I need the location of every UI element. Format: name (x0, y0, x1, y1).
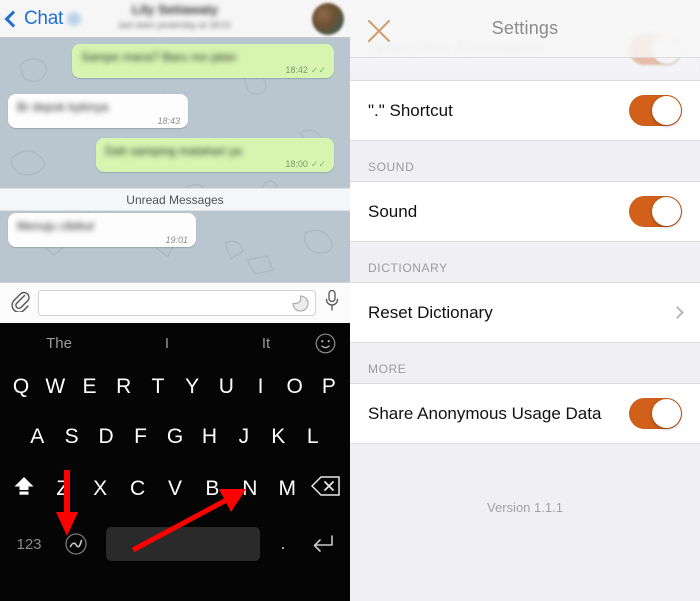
message-input-bar (0, 282, 350, 323)
key-q[interactable]: Q (4, 375, 38, 399)
message-time: 18:00 (285, 159, 308, 169)
key-numeric[interactable]: 123 (6, 536, 52, 553)
row-label: Share Anonymous Usage Data (368, 403, 602, 423)
message-text: Dah samping matahari ya (105, 144, 242, 158)
key-c[interactable]: C (119, 477, 156, 501)
key-s[interactable]: S (54, 425, 88, 449)
row-share-usage-data[interactable]: Share Anonymous Usage Data (350, 383, 700, 444)
key-y[interactable]: Y (175, 375, 209, 399)
prediction-item[interactable]: I (118, 335, 216, 352)
paperclip-icon[interactable] (10, 290, 30, 317)
message-bubble[interactable]: Dah samping matahari ya 18:00 ✓✓ (96, 138, 334, 172)
unread-count-badge (66, 11, 81, 26)
message-meta: 18:42 ✓✓ (285, 65, 326, 76)
toggle-knob (652, 96, 681, 125)
message-input[interactable] (38, 290, 316, 316)
message-bubble[interactable]: Sampe mana? Baru mo jalan 18:42 ✓✓ (72, 44, 334, 78)
chat-pane: Chat Lily Setiawaty last seen yesterday … (0, 0, 350, 601)
row-label: "." Shortcut (368, 100, 453, 120)
key-a[interactable]: A (20, 425, 54, 449)
key-z[interactable]: Z (44, 477, 81, 501)
message-meta: 18:00 ✓✓ (285, 159, 326, 170)
keyboard-row-4: 123 . (0, 515, 350, 573)
return-icon[interactable] (300, 533, 344, 555)
chevron-right-icon (671, 306, 684, 319)
software-keyboard: The I It Q W E R T Y U I O P A S D F G H… (0, 323, 350, 601)
prediction-item[interactable]: It (216, 335, 316, 352)
avatar[interactable] (312, 3, 344, 35)
key-v[interactable]: V (156, 477, 193, 501)
key-space[interactable] (106, 527, 260, 561)
key-x[interactable]: X (81, 477, 118, 501)
settings-header: Settings (350, 0, 700, 58)
back-button[interactable]: Chat (0, 8, 81, 30)
message-time: 18:43 (157, 116, 180, 126)
page-title: Settings (491, 18, 559, 38)
key-t[interactable]: T (141, 375, 175, 399)
settings-pane: Space After Punctuation Settings "." Sho… (350, 0, 700, 601)
message-text: Br depok kykinya (17, 100, 109, 114)
key-b[interactable]: B (194, 477, 231, 501)
prediction-bar: The I It (0, 323, 350, 363)
key-u[interactable]: U (209, 375, 243, 399)
row-dot-shortcut[interactable]: "." Shortcut (350, 80, 700, 141)
key-r[interactable]: R (107, 375, 141, 399)
message-bubble[interactable]: Br depok kykinya 18:43 (8, 94, 188, 128)
version-label: Version 1.1.1 (487, 500, 563, 515)
section-header-sound: SOUND (368, 160, 415, 174)
key-period[interactable]: . (266, 534, 300, 554)
message-time: 18:42 (285, 65, 308, 75)
section-header-more: MORE (368, 362, 407, 376)
key-h[interactable]: H (192, 425, 226, 449)
key-o[interactable]: O (278, 375, 312, 399)
chevron-left-icon (4, 10, 22, 27)
toggle-switch[interactable] (629, 398, 682, 429)
message-text: Sampe mana? Baru mo jalan (81, 50, 237, 64)
close-x-icon[interactable] (366, 18, 392, 49)
key-g[interactable]: G (158, 425, 192, 449)
toggle-switch[interactable] (629, 95, 682, 126)
key-l[interactable]: L (296, 425, 330, 449)
row-label: Sound (368, 201, 418, 221)
key-i[interactable]: I (243, 375, 277, 399)
row-sound[interactable]: Sound (350, 181, 700, 242)
keyboard-row-1: Q W E R T Y U I O P (0, 363, 350, 411)
row-label: Reset Dictionary (368, 302, 493, 322)
key-p[interactable]: P (312, 375, 346, 399)
message-status-tick: ✓✓ (310, 159, 326, 169)
screen-root: Chat Lily Setiawaty last seen yesterday … (0, 0, 700, 601)
unread-messages-divider: Unread Messages (0, 188, 350, 211)
section-header-dictionary: DICTIONARY (368, 261, 448, 275)
smiley-icon[interactable] (315, 333, 336, 359)
message-text: Menuju cibibul (17, 219, 94, 233)
key-m[interactable]: M (269, 477, 306, 501)
keyboard-row-3: Z X C V B N M (0, 463, 350, 515)
message-bubble[interactable]: Menuju cibibul 19:01 (8, 213, 196, 247)
prediction-item[interactable]: The (0, 335, 118, 352)
sticker-icon[interactable] (292, 295, 309, 317)
key-n[interactable]: N (231, 477, 268, 501)
toggle-knob (652, 197, 681, 226)
message-status-tick: ✓✓ (310, 65, 326, 75)
key-k[interactable]: K (261, 425, 295, 449)
message-time: 19:01 (165, 235, 188, 245)
toggle-switch[interactable] (629, 196, 682, 227)
message-list: Sampe mana? Baru mo jalan 18:42 ✓✓ Br dep… (0, 38, 350, 282)
backspace-icon[interactable] (306, 475, 346, 503)
key-f[interactable]: F (123, 425, 157, 449)
key-j[interactable]: J (227, 425, 261, 449)
keyboard-row-2: A S D F G H J K L (0, 411, 350, 463)
row-reset-dictionary[interactable]: Reset Dictionary (350, 282, 700, 343)
toggle-knob (652, 399, 681, 428)
swipe-wave-icon[interactable] (52, 531, 100, 557)
key-d[interactable]: D (89, 425, 123, 449)
microphone-icon[interactable] (324, 289, 340, 317)
shift-icon[interactable] (4, 475, 44, 503)
key-e[interactable]: E (72, 375, 106, 399)
key-w[interactable]: W (38, 375, 72, 399)
chat-header: Chat Lily Setiawaty last seen yesterday … (0, 0, 350, 38)
back-button-label: Chat (24, 7, 63, 29)
